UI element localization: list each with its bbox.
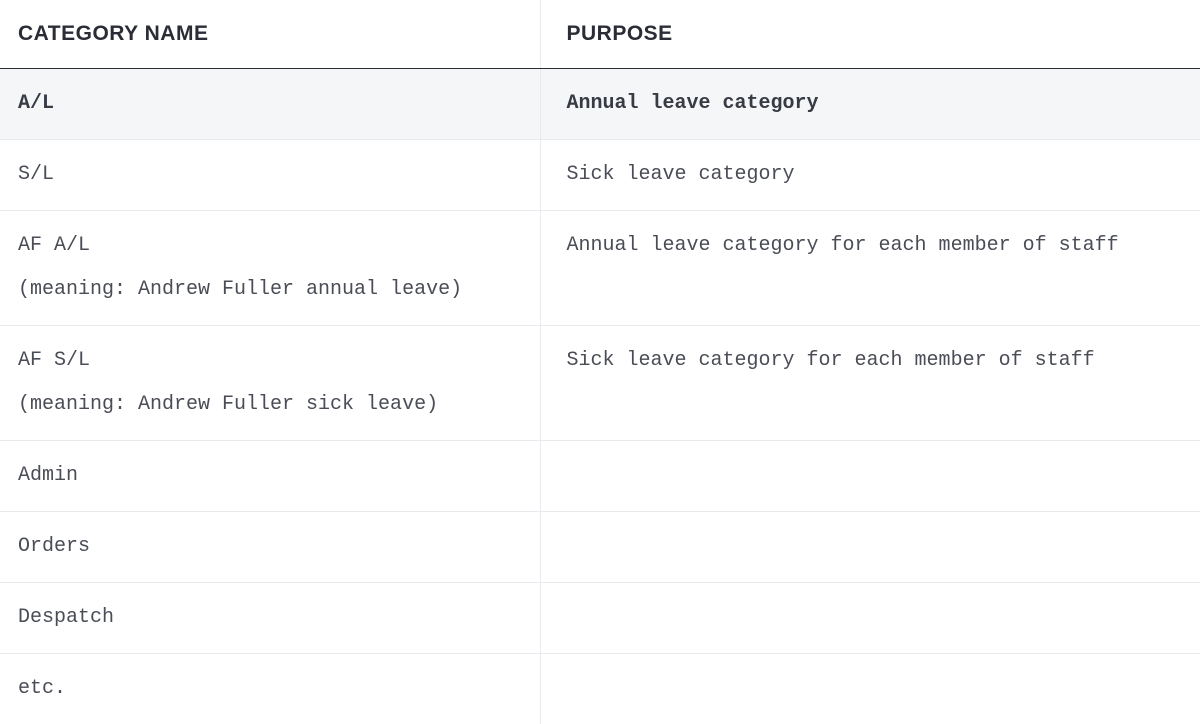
category-name-cell: AF S/L (meaning: Andrew Fuller sick leave… (0, 326, 540, 441)
category-name-text: AF S/L (18, 349, 90, 372)
category-name-cell: A/L (0, 69, 540, 140)
table-header-row: CATEGORY NAME PURPOSE (0, 0, 1200, 69)
category-name-cell: Orders (0, 512, 540, 583)
category-note-text: (meaning: Andrew Fuller sick leave) (18, 388, 522, 422)
category-name-cell: Admin (0, 441, 540, 512)
table-row: Despatch (0, 583, 1200, 654)
category-name-text: Despatch (18, 606, 114, 629)
category-name-cell: AF A/L (meaning: Andrew Fuller annual lea… (0, 211, 540, 326)
category-name-cell: Despatch (0, 583, 540, 654)
table-row: AF S/L (meaning: Andrew Fuller sick leave… (0, 326, 1200, 441)
table-row: Admin (0, 441, 1200, 512)
category-name-text: etc. (18, 677, 66, 700)
categories-table: CATEGORY NAME PURPOSE A/L Annual leave ca… (0, 0, 1200, 724)
purpose-cell: Sick leave category (540, 140, 1200, 211)
category-name-text: A/L (18, 92, 54, 115)
purpose-cell (540, 583, 1200, 654)
category-name-cell: S/L (0, 140, 540, 211)
purpose-cell: Annual leave category (540, 69, 1200, 140)
table-row: S/L Sick leave category (0, 140, 1200, 211)
table-row: Orders (0, 512, 1200, 583)
category-note-text: (meaning: Andrew Fuller annual leave) (18, 273, 522, 307)
table-row: etc. (0, 654, 1200, 724)
column-header-purpose: PURPOSE (540, 0, 1200, 69)
purpose-cell (540, 512, 1200, 583)
purpose-cell: Sick leave category for each member of s… (540, 326, 1200, 441)
category-name-text: Orders (18, 535, 90, 558)
category-name-cell: etc. (0, 654, 540, 724)
column-header-category-name: CATEGORY NAME (0, 0, 540, 69)
category-name-text: AF A/L (18, 234, 90, 257)
purpose-cell: Annual leave category for each member of… (540, 211, 1200, 326)
table-row: AF A/L (meaning: Andrew Fuller annual lea… (0, 211, 1200, 326)
category-name-text: S/L (18, 163, 54, 186)
purpose-cell (540, 441, 1200, 512)
category-name-text: Admin (18, 464, 78, 487)
purpose-cell (540, 654, 1200, 724)
table-row: A/L Annual leave category (0, 69, 1200, 140)
